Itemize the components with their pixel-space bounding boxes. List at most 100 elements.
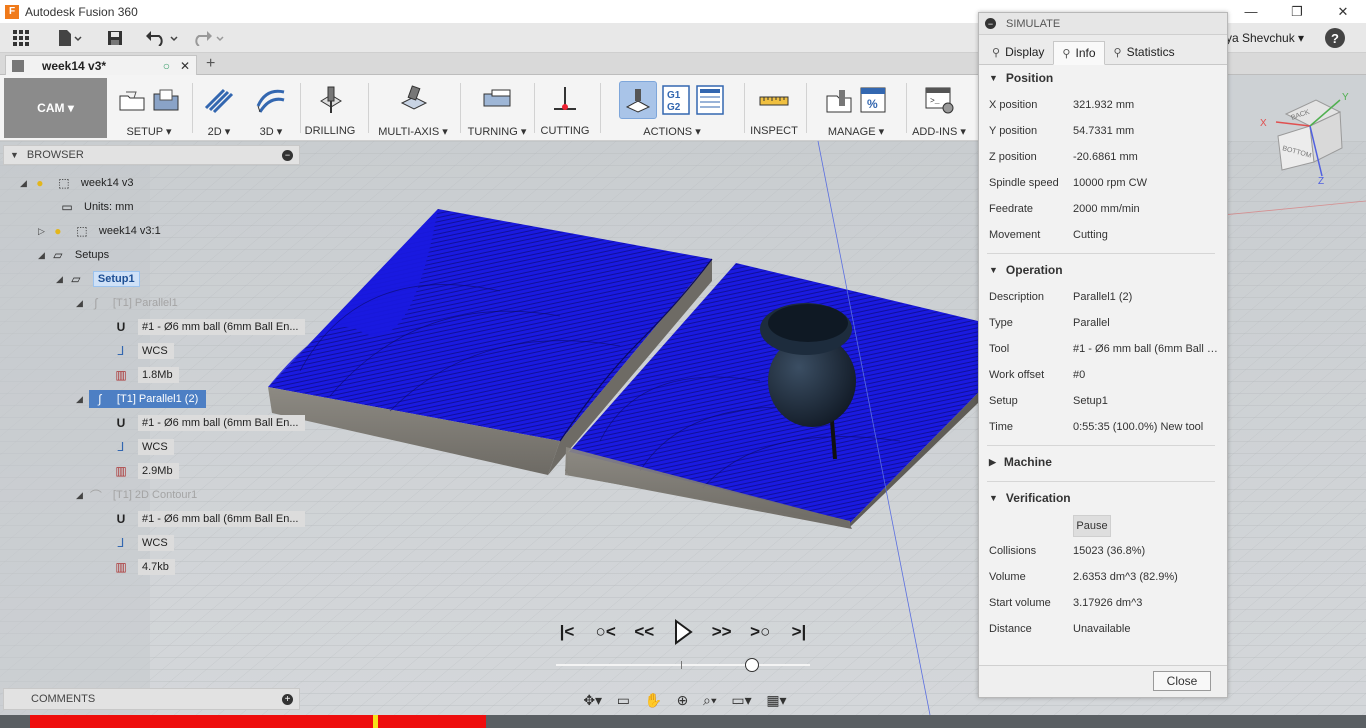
inspect-group[interactable]: INSPECT	[746, 79, 802, 137]
tree-node-units[interactable]: ▭ Units: mm	[60, 197, 133, 217]
ball-tool-icon: U	[116, 512, 126, 526]
user-account-menu[interactable]: ya Shevchuk ▾	[1226, 31, 1304, 45]
play-icon[interactable]	[668, 617, 698, 647]
file-menu-icon[interactable]	[54, 27, 84, 49]
multi-axis-group[interactable]: MULTI-AXIS ▾	[372, 79, 454, 138]
add-ins-group[interactable]: >_ ADD-INS ▾	[908, 79, 970, 138]
pause-button[interactable]: Pause	[1073, 515, 1111, 537]
new-tab-icon[interactable]: +	[206, 55, 215, 73]
app-grid-icon[interactable]	[10, 27, 32, 49]
display-settings-icon[interactable]: ▭▾	[731, 692, 751, 709]
zoom-icon[interactable]: ⊕	[677, 692, 689, 709]
tab-info[interactable]: ⚲ Info	[1053, 41, 1105, 65]
tree-node-wcs[interactable]: ⅃ WCS	[114, 341, 174, 361]
view-cube[interactable]: BACK BOTTOM X Y Z	[1256, 92, 1366, 192]
manage-group[interactable]: % MANAGE ▾	[810, 79, 902, 138]
section-verification[interactable]: ▼ Verification	[989, 491, 1215, 505]
section-position[interactable]: ▼ Position	[989, 71, 1215, 85]
cutting-group[interactable]: CUTTING	[536, 79, 594, 137]
previous-operation-icon[interactable]: ○<	[591, 617, 621, 647]
simulation-timeline[interactable]	[556, 664, 810, 666]
timeline-marker	[681, 661, 682, 669]
tree-node-operation-contour1[interactable]: ◢ ⌒ [T1] 2D Contour1	[76, 485, 197, 505]
timeline-scrubber[interactable]	[744, 658, 759, 672]
go-to-end-icon[interactable]: >|	[784, 617, 814, 647]
tree-node-document[interactable]: ◢ ● ⬚ week14 v3	[20, 173, 134, 193]
simulate-minimize-icon[interactable]: −	[985, 18, 996, 29]
turning-group[interactable]: TURNING ▾	[462, 79, 532, 138]
section-title: Position	[1005, 71, 1054, 85]
expand-toggle-icon[interactable]: ▷	[38, 226, 45, 237]
tab-statistics[interactable]: ⚲ Statistics	[1105, 40, 1184, 64]
info-row: Start volume 3.17926 dm^3	[989, 595, 1221, 611]
minimize-button[interactable]: —	[1228, 0, 1274, 23]
add-comment-icon[interactable]: +	[282, 693, 293, 705]
lightbulb-icon[interactable]: ●	[51, 224, 65, 238]
drilling-group[interactable]: DRILLING	[302, 79, 358, 137]
fit-icon[interactable]: ⌕▾	[703, 692, 717, 709]
tree-node-size[interactable]: ▥ 2.9Mb	[114, 461, 179, 481]
2d-group[interactable]: 2D ▾	[196, 79, 242, 138]
go-to-start-icon[interactable]: |<	[552, 617, 582, 647]
tree-node-wcs[interactable]: ⅃ WCS	[114, 533, 174, 553]
tab-label: Info	[1075, 46, 1096, 60]
actions-group[interactable]: G1 G2 ACTIONS ▾	[606, 79, 738, 138]
expand-icon: ▶	[989, 456, 996, 467]
info-value: #0	[1073, 369, 1086, 381]
section-machine[interactable]: ▶ Machine	[989, 455, 1215, 469]
pan-icon[interactable]: ✋	[645, 692, 662, 709]
expand-toggle-icon[interactable]: ◢	[20, 178, 27, 189]
help-icon[interactable]: ?	[1325, 28, 1345, 48]
collapse-icon: ▼	[989, 265, 998, 275]
expand-toggle-icon[interactable]: ◢	[38, 250, 45, 261]
close-window-button[interactable]: ✕	[1320, 0, 1366, 23]
toolpath-size-icon: ▥	[115, 560, 127, 574]
tree-node-size[interactable]: ▥ 1.8Mb	[114, 365, 179, 385]
step-forward-icon[interactable]: >>	[707, 617, 737, 647]
tree-node-component[interactable]: ▷ ● ⬚ week14 v3:1	[38, 221, 161, 241]
browser-minimize-icon[interactable]: −	[282, 149, 293, 161]
document-tab[interactable]: week14 v3* ○ ✕	[5, 55, 197, 75]
tree-node-size[interactable]: ▥ 4.7kb	[114, 557, 175, 577]
svg-text:G1: G1	[667, 90, 681, 101]
grid-settings-icon[interactable]: ▦▾	[766, 692, 786, 709]
next-operation-icon[interactable]: >○	[745, 617, 775, 647]
tree-node-operation-parallel1-2[interactable]: ◢ ∫ [T1] Parallel1 (2)	[76, 389, 216, 409]
look-at-icon[interactable]: ▭	[617, 692, 630, 709]
setup-group[interactable]: SETUP ▾	[112, 79, 186, 138]
close-tab-icon[interactable]: ✕	[180, 59, 190, 73]
workspace-switcher-button[interactable]: CAM ▾	[4, 78, 107, 138]
redo-icon[interactable]	[190, 27, 226, 49]
viewcube-y-axis: Y	[1342, 92, 1349, 103]
restore-button[interactable]: ❐	[1274, 0, 1320, 23]
tree-node-tool[interactable]: U #1 - Ø6 mm ball (6mm Ball En...	[114, 509, 305, 529]
expand-toggle-icon[interactable]: ◢	[56, 274, 63, 285]
viewcube-x-axis: X	[1260, 118, 1267, 129]
3d-group[interactable]: 3D ▾	[248, 79, 294, 138]
tree-node-setup1[interactable]: ◢ ▱ Setup1	[56, 269, 140, 289]
info-key: X position	[989, 99, 1038, 111]
lightbulb-icon[interactable]: ●	[33, 176, 47, 190]
tree-node-tool[interactable]: U #1 - Ø6 mm ball (6mm Ball En...	[114, 317, 305, 337]
expand-toggle-icon[interactable]: ◢	[76, 298, 83, 309]
collapse-browser-icon[interactable]: ▼	[10, 150, 19, 160]
comments-panel[interactable]: COMMENTS +	[3, 688, 300, 710]
close-button[interactable]: Close	[1153, 671, 1211, 691]
tree-node-operation-parallel1[interactable]: ◢ ∫ [T1] Parallel1	[76, 293, 178, 313]
tree-node-tool[interactable]: U #1 - Ø6 mm ball (6mm Ball En...	[114, 413, 305, 433]
info-value: 321.932 mm	[1073, 99, 1135, 111]
section-operation[interactable]: ▼ Operation	[989, 263, 1215, 277]
orbit-icon[interactable]: ✥▾	[583, 692, 602, 709]
simulate-header[interactable]: − SIMULATE	[979, 13, 1227, 35]
expand-toggle-icon[interactable]: ◢	[76, 490, 83, 501]
tree-node-setups[interactable]: ◢ ▱ Setups	[38, 245, 109, 265]
expand-toggle-icon[interactable]: ◢	[76, 394, 83, 405]
info-value: 15023 (36.8%)	[1073, 545, 1146, 557]
tab-display[interactable]: ⚲ Display	[983, 40, 1053, 64]
tree-node-label: #1 - Ø6 mm ball (6mm Ball En...	[138, 415, 305, 431]
browser-header[interactable]: ▼ BROWSER −	[3, 145, 300, 165]
undo-icon[interactable]	[144, 27, 180, 49]
save-icon[interactable]	[104, 27, 126, 49]
tree-node-wcs[interactable]: ⅃ WCS	[114, 437, 174, 457]
step-back-icon[interactable]: <<	[629, 617, 659, 647]
